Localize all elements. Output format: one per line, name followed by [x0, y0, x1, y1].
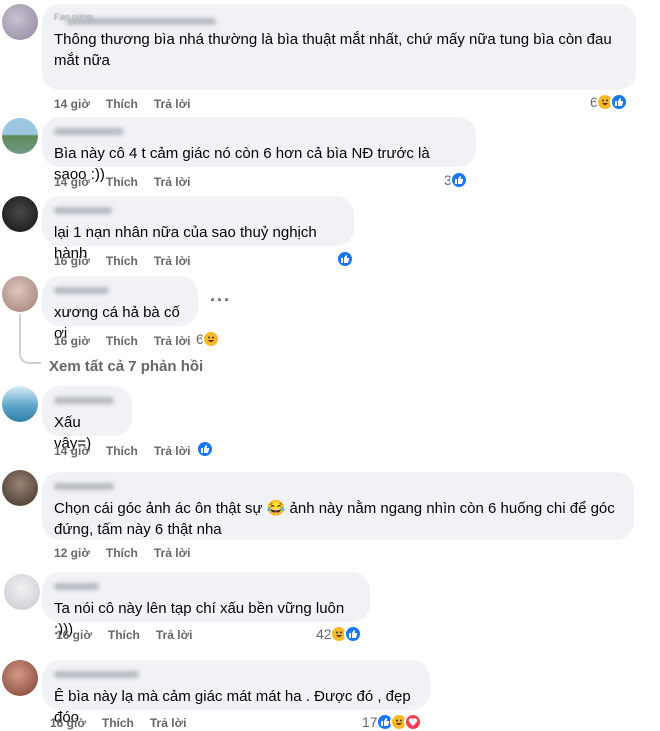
comment-actions: 16 giờ Thích Trả lời	[50, 716, 186, 730]
reply-button[interactable]: Trả lời	[154, 254, 191, 268]
more-options-button[interactable]: ···	[210, 290, 231, 311]
commenter-name[interactable]	[54, 483, 622, 497]
comment-actions: 16 giờ Thích Trả lời	[54, 334, 190, 348]
reply-button[interactable]: Trả lời	[154, 444, 191, 458]
like-button[interactable]: Thích	[102, 716, 134, 730]
comment-bubble: lại 1 nạn nhân nữa của sao thuỷ nghịch h…	[42, 196, 354, 262]
reaction-summary[interactable]	[196, 440, 214, 458]
comment-bubble: Fan cứng Thông thương bìa nhá thường là …	[42, 4, 636, 90]
like-button[interactable]: Thích	[106, 334, 138, 348]
commenter-name[interactable]	[54, 287, 186, 301]
commenter-name[interactable]	[54, 583, 358, 597]
commenter-name[interactable]	[54, 128, 464, 142]
comment-actions: 14 giờ Thích Trả lời	[54, 444, 190, 458]
reply-button[interactable]: Trả lời	[150, 716, 187, 730]
reaction-summary[interactable]: 3	[444, 171, 468, 189]
avatar[interactable]	[2, 470, 38, 506]
comment-time[interactable]: 16 giờ	[54, 334, 90, 348]
commenter-name[interactable]	[54, 397, 120, 411]
like-icon	[609, 93, 628, 111]
reaction-summary[interactable]: 6	[590, 93, 628, 111]
reply-button[interactable]: Trả lời	[154, 546, 191, 560]
comment-bubble: Bìa này cô 4 t cảm giác nó còn 6 hơn cả …	[42, 117, 476, 183]
avatar[interactable]	[4, 574, 40, 610]
avatar[interactable]	[2, 118, 38, 154]
love-icon	[403, 713, 422, 731]
comment-time[interactable]: 16 giờ	[56, 628, 92, 642]
like-button[interactable]: Thích	[106, 254, 138, 268]
like-icon	[336, 250, 354, 268]
comment-text: Thông thương bìa nhá thường là bìa thuật…	[54, 31, 612, 69]
commenter-name[interactable]: Fan cứng	[54, 12, 624, 26]
comment-bubble: Ê bìa này lạ mà cảm giác mát mát ha . Đư…	[42, 660, 430, 726]
comment-bubble: Xấu vậy=)	[42, 386, 132, 452]
comment-time[interactable]: 14 giờ	[54, 444, 90, 458]
like-button[interactable]: Thích	[106, 97, 138, 111]
view-all-replies-link[interactable]: Xem tất cả 7 phản hồi	[49, 358, 203, 375]
reaction-summary[interactable]	[336, 250, 354, 268]
comment-time[interactable]: 14 giờ	[54, 175, 90, 189]
comment-actions: 14 giờ Thích Trả lời	[54, 97, 190, 111]
like-button[interactable]: Thích	[106, 175, 138, 189]
avatar[interactable]	[2, 4, 38, 40]
avatar[interactable]	[2, 386, 38, 422]
comment-actions: 16 giờ Thích Trả lời	[54, 254, 190, 268]
comment-bubble: Ta nói cô này lên tạp chí xấu bền vững l…	[42, 572, 370, 638]
comment-time[interactable]: 12 giờ	[54, 546, 90, 560]
commenter-name[interactable]	[54, 207, 342, 221]
like-button[interactable]: Thích	[106, 444, 138, 458]
reply-button[interactable]: Trả lời	[156, 628, 193, 642]
like-button[interactable]: Thích	[108, 628, 140, 642]
comment-text: Chọn cái góc ảnh ác ôn thật sự 😂 ảnh này…	[54, 500, 615, 538]
avatar[interactable]	[2, 196, 38, 232]
reply-button[interactable]: Trả lời	[154, 97, 191, 111]
reaction-summary[interactable]: 6	[196, 330, 220, 348]
reply-button[interactable]: Trả lời	[154, 175, 191, 189]
haha-icon	[201, 330, 220, 348]
comment-time[interactable]: 14 giờ	[54, 97, 90, 111]
like-button[interactable]: Thích	[106, 546, 138, 560]
avatar[interactable]	[2, 660, 38, 696]
comment-bubble: Chọn cái góc ảnh ác ôn thật sự 😂 ảnh này…	[42, 472, 634, 540]
reaction-summary[interactable]: 17	[362, 713, 422, 731]
comment-actions: 12 giờ Thích Trả lời	[54, 546, 190, 560]
like-icon	[449, 171, 468, 189]
like-icon	[196, 440, 214, 458]
like-icon	[343, 625, 362, 643]
thread-line	[19, 314, 41, 364]
avatar[interactable]	[2, 276, 38, 312]
reply-button[interactable]: Trả lời	[154, 334, 191, 348]
reaction-summary[interactable]: 42	[316, 625, 362, 643]
comment-time[interactable]: 16 giờ	[50, 716, 86, 730]
comment-bubble: xương cá hả bà cố ơi	[42, 276, 198, 342]
comment-actions: 16 giờ Thích Trả lời	[56, 628, 192, 642]
comment-actions: 14 giờ Thích Trả lời	[54, 175, 190, 189]
comment-time[interactable]: 16 giờ	[54, 254, 90, 268]
commenter-name[interactable]	[54, 671, 418, 685]
